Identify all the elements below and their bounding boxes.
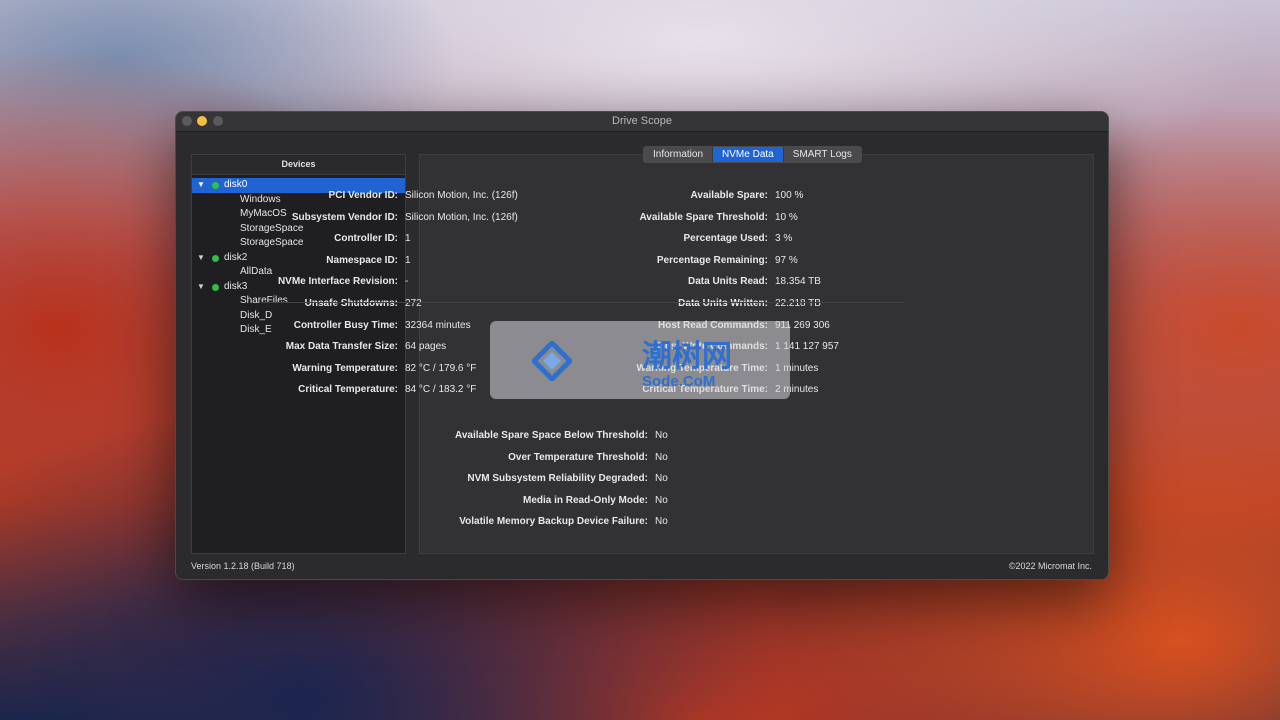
nvme-right-value: 18.354 TB [775,276,821,288]
nvme-flag-value: No [655,494,668,506]
nvme-right-key: Percentage Used: [683,233,768,245]
title-bar[interactable]: Drive Scope [176,112,1108,132]
nvme-flag-key: Media in Read-Only Mode: [522,494,648,506]
nvme-flag-row: Media in Read-Only Mode: No [0,494,668,508]
nvme-right-key: Data Units Written: [678,298,768,309]
nvme-right-value: 100 % [775,190,804,201]
nvme-flag-row: Volatile Memory Backup Device Failure: No [0,515,668,529]
nvme-right-value: 10 % [775,211,798,223]
watermark-overlay: 潮树网 Sode.CoM [490,321,790,399]
nvme-flag-value: No [655,451,668,463]
tab-information[interactable]: Information [644,147,714,162]
nvme-right-row: Percentage Remaining: 97 % [0,254,798,268]
window-title: Drive Scope [612,115,672,127]
copyright-label: ©2022 Micromat Inc. [1008,561,1092,571]
nvme-right-value: 97 % [775,254,798,266]
watermark-logo-icon [532,341,572,381]
nvme-right-value: 22.218 TB [775,298,821,309]
nvme-right-row: Available Spare: 100 % [0,189,804,203]
nvme-flag-key: Available Spare Space Below Threshold: [454,430,648,441]
tab-smart-logs[interactable]: SMART Logs [784,147,861,162]
tab-bar: Information NVMe Data SMART Logs [643,146,862,163]
tab-nvme-data[interactable]: NVMe Data [713,147,784,162]
nvme-flag-value: No [655,473,668,485]
nvme-flag-key: NVM Subsystem Reliability Degraded: [467,473,648,485]
nvme-right-key: Percentage Remaining: [656,254,768,266]
nvme-flag-row: Over Temperature Threshold: No [0,451,668,465]
status-dot-icon [212,182,219,189]
nvme-flag-value: No [655,430,668,441]
section-divider [262,302,904,303]
nvme-right-value: 3 % [775,233,793,245]
nvme-right-row: Data Units Written: 22.218 TB [0,297,821,311]
nvme-right-key: Available Spare Threshold: [639,211,768,223]
nvme-right-row: Percentage Used: 3 % [0,232,793,246]
nvme-flag-key: Volatile Memory Backup Device Failure: [459,516,648,528]
watermark-text-en: Sode.CoM [642,373,716,390]
version-label: Version 1.2.18 (Build 718) [191,561,295,571]
nvme-flag-value: No [655,516,668,528]
nvme-right-key: Available Spare: [690,190,768,201]
nvme-right-row: Data Units Read: 18.354 TB [0,275,821,289]
nvme-right-key: Data Units Read: [687,276,768,288]
nvme-flag-row: NVM Subsystem Reliability Degraded: No [0,472,667,486]
nvme-right-row: Available Spare Threshold: 10 % [0,211,797,225]
devices-header: Devices [192,155,405,175]
nvme-flag-key: Over Temperature Threshold: [508,451,648,463]
watermark-text-cn: 潮树网 [642,339,732,374]
nvme-flag-row: Available Spare Space Below Threshold: No [0,429,668,443]
